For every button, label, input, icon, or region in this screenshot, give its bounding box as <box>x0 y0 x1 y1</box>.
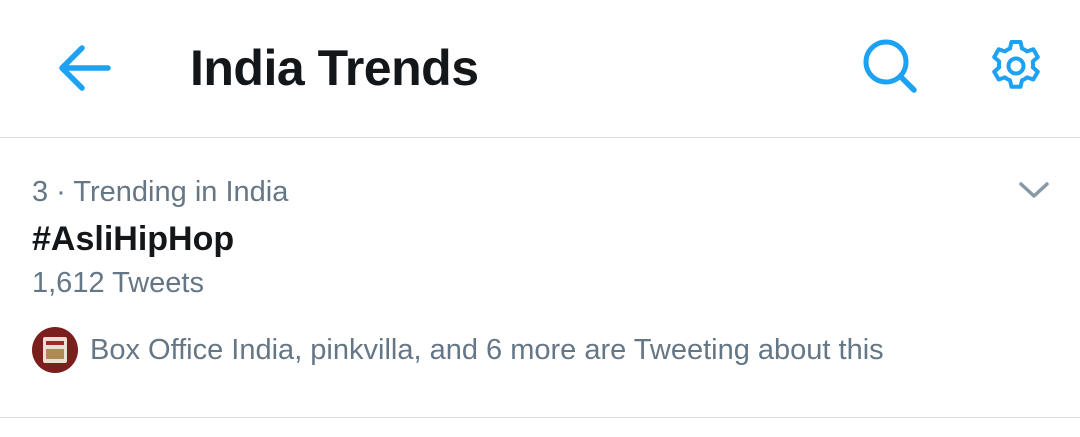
search-button[interactable] <box>852 30 928 106</box>
trend-hashtag: #AsliHipHop <box>32 220 235 258</box>
trend-list-item[interactable]: 3 · Trending in India #AsliHipHop 1,612 … <box>0 138 1080 418</box>
settings-button[interactable] <box>978 30 1054 106</box>
arrow-left-icon <box>54 43 114 98</box>
tweeting-about-text: Box Office India, pinkvilla, and 6 more … <box>90 334 884 366</box>
trend-context: Box Office India, pinkvilla, and 6 more … <box>32 326 884 374</box>
chevron-down-icon <box>1017 179 1051 206</box>
page-title: India Trends <box>190 40 479 96</box>
back-button[interactable] <box>40 32 128 108</box>
avatar <box>32 327 78 373</box>
search-icon <box>861 37 919 100</box>
tweet-count: 1,612 Tweets <box>32 267 204 299</box>
gear-icon <box>988 38 1044 99</box>
trend-rank-location: 3 · Trending in India <box>32 176 289 208</box>
top-app-bar: India Trends <box>0 0 1080 138</box>
trend-menu-button[interactable] <box>1012 174 1056 210</box>
